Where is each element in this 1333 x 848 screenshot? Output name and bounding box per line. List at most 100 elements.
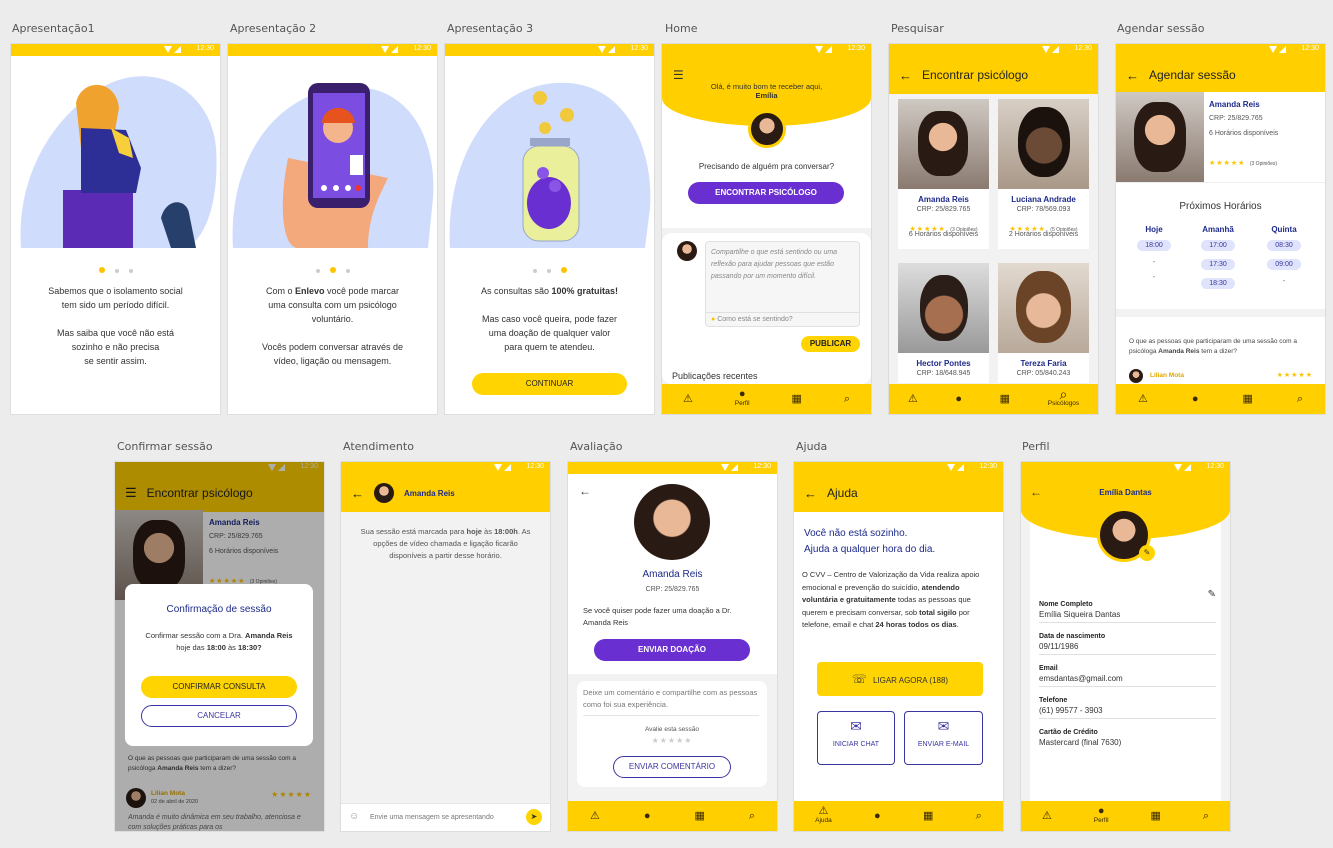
back-arrow-icon[interactable]: ← [1126,68,1139,83]
chat-icon: ✉ [850,718,862,734]
continue-button[interactable]: CONTINUAR [472,373,627,395]
send-comment-button[interactable]: ENVIAR COMENTÁRIO [613,756,731,778]
recent-posts-title: Publicações recentes [672,371,758,381]
comment-card: Deixe um comentário e compartilhe com as… [577,681,767,787]
screen-rating: 12:30 ← Amanda Reis CRP: 25/829.765 Se v… [568,462,777,831]
jar-illustration [449,82,651,248]
mail-icon: ✉ [937,718,950,734]
phone-icon: ☏ [851,672,867,686]
nav-alarm-icon[interactable]: ⚠ [683,393,693,404]
email-field[interactable]: emsdantas@gmail.com [1039,674,1216,687]
feeling-select[interactable]: Como está se sentindo? [717,316,793,323]
screen-label: Atendimento [343,440,414,453]
back-arrow-icon[interactable]: ← [899,68,912,83]
find-psychologist-button[interactable]: ENCONTRAR PSICÓLOGO [688,182,844,204]
page-title: Ajuda [827,486,858,500]
avatar [677,241,697,261]
nav-calendar-icon[interactable]: ▦ [923,810,933,821]
nav-profile[interactable]: ● Perfil [1094,806,1109,825]
screen-label: Apresentação 2 [230,22,317,35]
profile-fields: Nome Completo Emília Siqueira Dantas Data… [1039,591,1216,750]
screen-label: Agendar sessão [1117,22,1205,35]
nav-search-icon[interactable]: ⌕ [1203,810,1209,821]
full-name-field[interactable]: Emília Siqueira Dantas [1039,610,1216,623]
screen-intro-2: 12:30 Com o Enlevo você pode marcar uma … [228,44,437,414]
nav-calendar-icon[interactable]: ▦ [791,393,801,404]
nav-alarm-icon[interactable]: ⚠ [908,393,918,404]
psychologist-card[interactable]: Hector Pontes CRP: 18/648.945 [898,263,989,383]
nav-search-icon[interactable]: ⌕ [844,393,850,404]
time-slot[interactable]: 09:00 [1267,259,1301,270]
nav-profile-icon[interactable]: ● [874,810,881,821]
pager-dots [445,260,654,278]
psychologist-card[interactable]: Luciana Andrade CRP: 78/569.093 ★★★★★ (5… [998,99,1089,249]
psychologist-card[interactable]: Amanda Reis CRP: 25/829.765 ★★★★★ (3 Opi… [898,99,989,249]
nav-calendar-icon[interactable]: ▦ [694,810,704,821]
back-arrow-icon[interactable]: ← [579,484,591,498]
confirm-dialog: Confirmação de sessão Confirmar sessão c… [125,584,313,746]
back-arrow-icon[interactable]: ← [804,486,817,501]
nav-search-icon[interactable]: ⌕ [976,810,982,821]
nav-search-icon[interactable]: ⌕ [1297,393,1303,404]
psychologist-header: Amanda Reis CRP: 25/829.765 6 Horários d… [1116,92,1325,182]
avatar [374,483,394,503]
credit-card-field[interactable]: Mastercard (final 7630) [1039,738,1216,750]
nav-profile-icon[interactable]: ● [1192,393,1199,404]
time-slot[interactable]: 18:30 [1201,278,1235,289]
cancel-button[interactable]: CANCELAR [141,705,297,727]
back-arrow-icon[interactable]: ← [351,486,364,501]
send-icon[interactable]: ➤ [526,809,542,825]
isolation-illustration [20,76,217,248]
call-now-button[interactable]: ☏ LIGAR AGORA (188) [817,662,983,696]
nav-calendar-icon[interactable]: ▦ [1242,393,1252,404]
nav-help[interactable]: ⚠ Ajuda [815,806,832,825]
status-bar: 12:30 [11,44,220,56]
publish-button[interactable]: PUBLICAR [801,336,860,352]
nav-calendar-icon[interactable]: ▦ [1150,810,1160,821]
help-headline: Você não está sozinho. Ajuda a qualquer h… [804,528,936,555]
phone-field[interactable]: (61) 99577 - 3903 [1039,706,1216,719]
greeting: Olá, é muito bom te receber aqui, Emília [710,82,823,100]
psychologist-card[interactable]: Tereza Faria CRP: 05/840.243 [998,263,1089,383]
page-title: Agendar sessão [1149,68,1236,82]
message-bar: ☺ Envie uma mensagem se apresentando ➤ [341,803,550,831]
videocall-illustration [232,83,434,248]
nav-search-icon[interactable]: ⌕ [749,810,755,821]
reviews-card: O que as pessoas que participaram de uma… [1116,317,1325,387]
time-slot[interactable]: 17:30 [1201,259,1235,270]
nav-calendar-icon[interactable]: ▦ [1000,393,1010,404]
time-slot[interactable]: 08:30 [1267,240,1301,251]
comment-input[interactable]: Deixe um comentário e compartilhe com as… [583,687,759,716]
menu-icon[interactable]: ☰ [673,68,684,82]
signal-icon [598,46,620,53]
start-chat-button[interactable]: ✉ INICIAR CHAT [817,711,895,765]
nav-alarm-icon[interactable]: ⚠ [590,810,600,821]
nav-alarm-icon[interactable]: ⚠ [1042,810,1052,821]
time-slot[interactable]: 17:00 [1201,240,1235,251]
nav-search[interactable]: ⌕ Psicólogos [1048,387,1079,408]
time-slot[interactable]: 18:00 [1137,240,1171,251]
nav-profile-icon[interactable]: ● [644,810,651,821]
screen-help: 12:30 ← Ajuda Você não está sozinho. Ajuda… [794,462,1003,831]
times-card: Próximos Horários Hoje 18:00 - - Amanhã … [1116,182,1325,309]
screen-intro-1: 12:30 Sabemos que o isolamento social tem… [11,44,220,414]
nav-profile-icon[interactable]: ● [955,393,962,404]
screen-chat: 12:30 ← Amanda Reis Sua sessão está marca… [341,462,550,831]
screen-intro-3: 12:30 As consultas são 100% gratuitas! M… [445,44,654,414]
screen-label: Confirmar sessão [117,440,213,453]
message-input[interactable]: Envie uma mensagem se apresentando [370,814,494,821]
bottom-nav: ⚠ ● Perfil ▦ ⌕ [1021,801,1230,831]
post-input[interactable]: Compartilhe o que está sentindo ou uma r… [705,241,860,327]
nav-alarm-icon[interactable]: ⚠ [1138,393,1148,404]
bottom-nav: ⚠ Ajuda ● ▦ ⌕ [794,801,1003,831]
rating-stars-input[interactable]: ★★★★★ [577,736,767,745]
nav-profile[interactable]: ● Perfil [735,389,750,408]
birthdate-field[interactable]: 09/11/1986 [1039,642,1216,655]
confirm-button[interactable]: CONFIRMAR CONSULTA [141,676,297,698]
edit-photo-icon[interactable]: ✎ [1139,545,1155,561]
screen-label: Home [665,22,698,35]
signal-icon [164,46,186,53]
donate-button[interactable]: ENVIAR DOAÇÃO [594,639,750,661]
emoji-icon[interactable]: ☺ [349,811,359,822]
send-email-button[interactable]: ✉ ENVIAR E-MAIL [904,711,983,765]
